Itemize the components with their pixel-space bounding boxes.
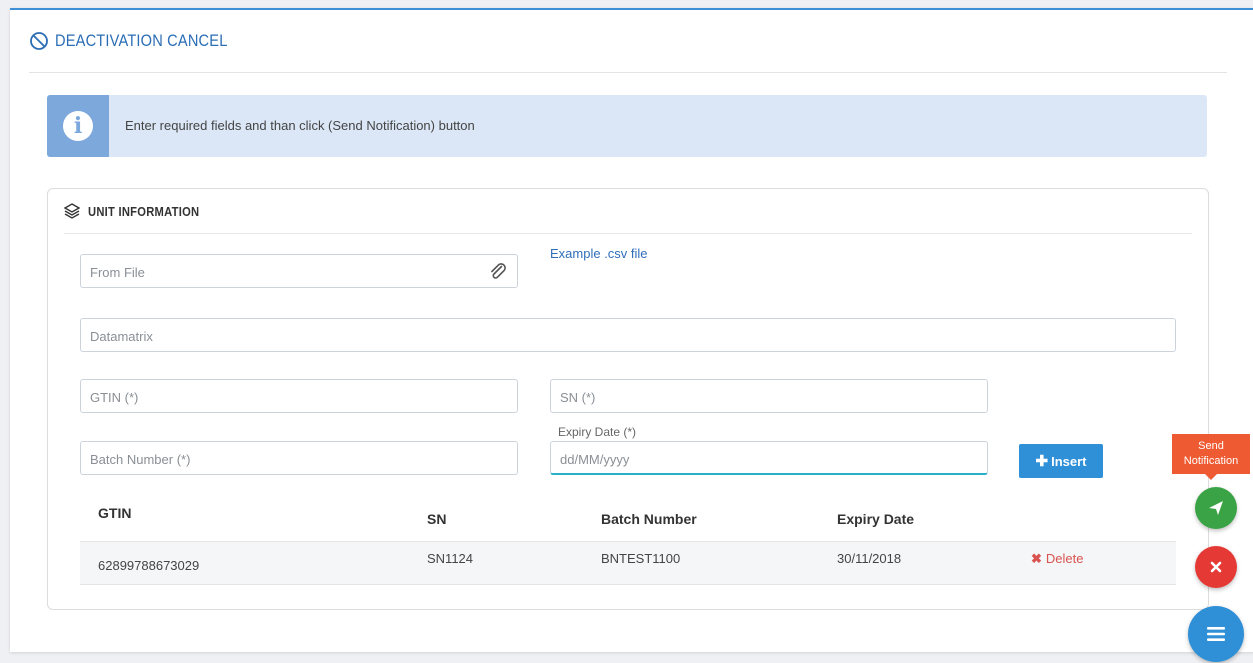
from-file-placeholder: From File: [90, 265, 145, 280]
alert-icon-box: i: [47, 95, 109, 157]
page-card: DEACTIVATION CANCEL i Enter required fie…: [10, 8, 1253, 652]
column-header-expiry-date: Expiry Date: [837, 511, 915, 527]
cell-batch-number: BNTEST1100: [601, 551, 681, 566]
info-icon: i: [63, 111, 93, 141]
example-csv-link[interactable]: Example .csv file: [550, 246, 648, 261]
batch-number-placeholder: Batch Number (*): [90, 452, 191, 467]
page-title: DEACTIVATION CANCEL: [55, 31, 228, 50]
info-alert: i Enter required fields and than click (…: [47, 95, 1207, 157]
insert-button-label: Insert: [1051, 453, 1087, 469]
ban-icon: [30, 32, 48, 50]
delete-icon: ✖: [1031, 551, 1042, 566]
expiry-date-placeholder: dd/MM/yyyy: [560, 452, 630, 467]
close-icon: [1210, 561, 1222, 573]
batch-number-input[interactable]: Batch Number (*): [80, 441, 518, 475]
panel-header: UNIT INFORMATION: [64, 189, 1192, 234]
sn-input[interactable]: SN (*): [550, 379, 988, 413]
panel-title: UNIT INFORMATION: [88, 203, 200, 219]
expiry-date-label: Expiry Date (*): [558, 425, 637, 439]
page-header: DEACTIVATION CANCEL: [29, 10, 1227, 73]
gtin-input[interactable]: GTIN (*): [80, 379, 518, 413]
cancel-button[interactable]: [1195, 546, 1237, 588]
send-notification-button[interactable]: [1195, 487, 1237, 529]
plus-icon: ✚: [1035, 453, 1049, 470]
column-header-batch-number: Batch Number: [601, 511, 697, 527]
column-header-gtin: GTIN: [98, 505, 132, 521]
tooltip-line-2: Notification: [1183, 455, 1239, 467]
datamatrix-placeholder: Datamatrix: [90, 329, 153, 344]
tooltip-line-1: Send: [1198, 440, 1224, 452]
unit-information-panel: UNIT INFORMATION From File Example .csv …: [47, 188, 1209, 610]
datamatrix-input[interactable]: Datamatrix: [80, 318, 1176, 352]
cell-gtin: 62899788673029: [98, 558, 200, 573]
gtin-placeholder: GTIN (*): [90, 390, 139, 405]
insert-button[interactable]: ✚ Insert: [1019, 444, 1103, 478]
alert-message: Enter required fields and than click (Se…: [125, 118, 475, 133]
expiry-date-input[interactable]: dd/MM/yyyy: [550, 441, 988, 475]
from-file-input[interactable]: From File: [80, 254, 518, 288]
menu-icon: [1207, 627, 1225, 641]
table-header: GTIN SN Batch Number Expiry Date: [80, 501, 1176, 541]
delete-label: Delete: [1045, 551, 1084, 566]
sn-placeholder: SN (*): [560, 390, 596, 405]
paper-plane-icon: [1209, 501, 1223, 515]
paperclip-icon[interactable]: [488, 261, 508, 281]
table-row: 62899788673029 SN1124 BNTEST1100 30/11/2…: [80, 541, 1176, 585]
send-notification-tooltip: Send Notification: [1172, 434, 1250, 480]
menu-button[interactable]: [1188, 606, 1244, 662]
cell-sn: SN1124: [427, 551, 474, 566]
delete-row-button[interactable]: ✖ Delete: [1031, 551, 1083, 567]
column-header-sn: SN: [427, 511, 447, 527]
layers-icon: [64, 203, 80, 219]
cell-expiry-date: 30/11/2018: [837, 551, 902, 566]
